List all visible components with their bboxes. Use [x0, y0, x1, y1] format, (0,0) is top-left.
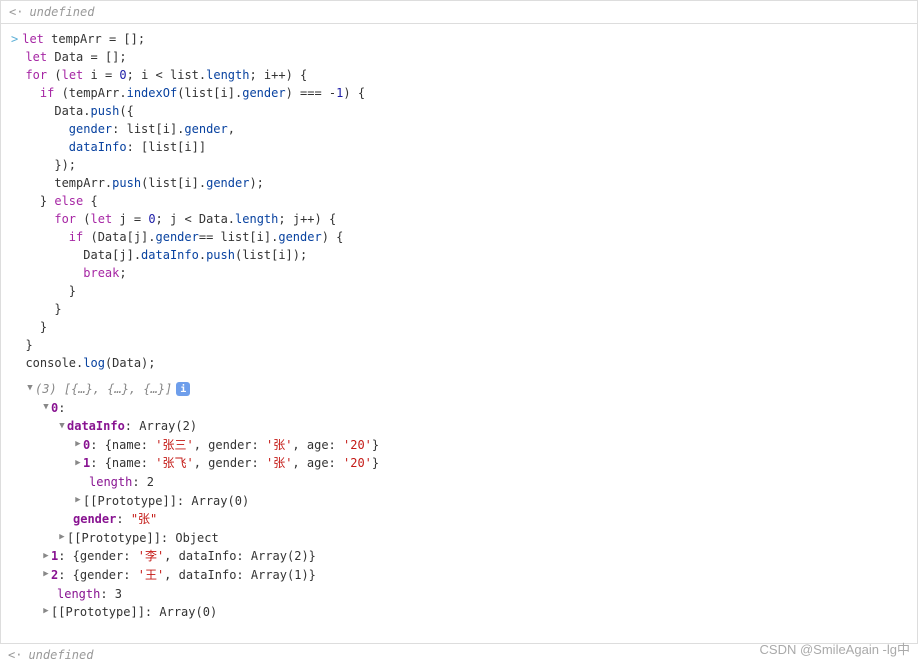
length-3: length: 3 — [25, 585, 907, 604]
console-panel: <· undefined >let tempArr = []; let Data… — [0, 0, 918, 651]
chevron-right-icon[interactable] — [41, 550, 51, 564]
prototype-array-outer[interactable]: [[Prototype]]: Array(0) — [25, 603, 907, 622]
gender-row: gender: "张" — [25, 510, 907, 529]
undefined-label: undefined — [29, 5, 94, 19]
back-icon[interactable]: <· — [8, 648, 22, 662]
output-item-2[interactable]: 2: {gender: '王', dataInfo: Array(1)} — [25, 566, 907, 585]
chevron-down-icon[interactable] — [57, 420, 67, 434]
chevron-right-icon[interactable] — [41, 605, 51, 619]
chevron-down-icon[interactable] — [41, 401, 51, 415]
length-2: length: 2 — [25, 473, 907, 492]
chevron-right-icon[interactable] — [73, 494, 83, 508]
console-footer: <· undefined — [0, 643, 918, 666]
prompt-icon: > — [11, 32, 18, 46]
datainfo-0[interactable]: 0: {name: '张三', gender: '张', age: '20'} — [25, 436, 907, 455]
chevron-right-icon[interactable] — [41, 568, 51, 582]
chevron-right-icon[interactable] — [57, 531, 67, 545]
undefined-label: undefined — [28, 648, 93, 662]
console-header: <· undefined — [1, 1, 917, 24]
output-item-1[interactable]: 1: {gender: '李', dataInfo: Array(2)} — [25, 547, 907, 566]
code-input[interactable]: >let tempArr = []; let Data = []; for (l… — [11, 30, 907, 372]
console-output: (3) [{…}, {…}, {…}] i 0: dataInfo: Array… — [11, 380, 907, 622]
console-content: >let tempArr = []; let Data = []; for (l… — [1, 24, 917, 650]
output-summary[interactable]: (3) [{…}, {…}, {…}] i — [25, 380, 907, 399]
datainfo-row[interactable]: dataInfo: Array(2) — [25, 417, 907, 436]
info-icon[interactable]: i — [176, 382, 190, 396]
back-icon[interactable]: <· — [9, 5, 23, 19]
chevron-right-icon[interactable] — [73, 457, 83, 471]
prototype-array[interactable]: [[Prototype]]: Array(0) — [25, 492, 907, 511]
prototype-object[interactable]: [[Prototype]]: Object — [25, 529, 907, 548]
output-item-0[interactable]: 0: — [25, 399, 907, 418]
chevron-right-icon[interactable] — [73, 438, 83, 452]
datainfo-1[interactable]: 1: {name: '张飞', gender: '张', age: '20'} — [25, 454, 907, 473]
chevron-down-icon[interactable] — [25, 382, 35, 396]
